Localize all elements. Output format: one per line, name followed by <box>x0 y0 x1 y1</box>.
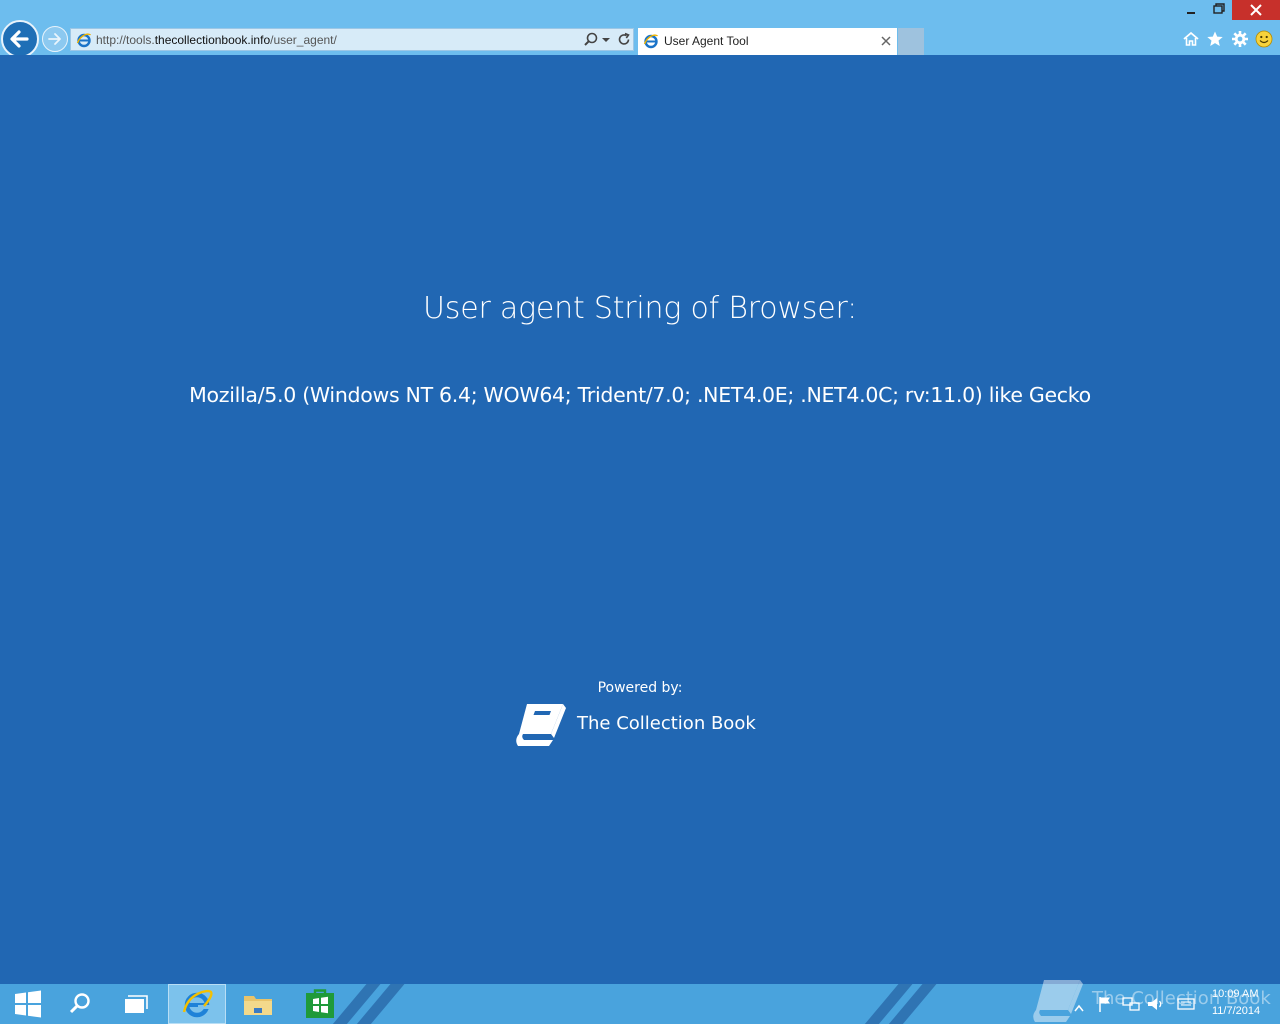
new-tab-button[interactable] <box>898 28 924 55</box>
refresh-icon[interactable] <box>616 31 632 52</box>
book-icon <box>513 700 567 752</box>
tab-user-agent-tool[interactable]: User Agent Tool <box>638 28 897 55</box>
store-icon <box>306 989 334 1018</box>
taskbar-store[interactable] <box>292 984 348 1024</box>
minimize-icon[interactable] <box>1180 0 1202 24</box>
watermark-text: The Collection Book <box>1092 988 1271 1009</box>
file-explorer-icon <box>244 996 272 1015</box>
ie-favicon <box>643 33 659 53</box>
taskbar-file-explorer[interactable] <box>230 984 286 1024</box>
forward-arrow-icon <box>48 33 61 45</box>
task-view-icon <box>125 995 148 1013</box>
brand-name: The Collection Book <box>577 713 756 734</box>
window-close-icon[interactable] <box>1232 0 1280 20</box>
taskbar-internet-explorer[interactable] <box>168 984 226 1024</box>
tab-title: User Agent Tool <box>664 34 749 48</box>
page-title: User agent String of Browser: <box>423 291 857 326</box>
close-icon[interactable] <box>879 33 893 47</box>
back-button[interactable] <box>1 20 39 58</box>
search-icon <box>69 993 90 1014</box>
ie-favicon <box>76 32 92 52</box>
favorites-star-icon[interactable] <box>1206 30 1224 48</box>
url-domain: thecollectionbook.info <box>154 33 271 47</box>
home-icon[interactable] <box>1182 30 1200 48</box>
url-path: /user_agent/ <box>270 33 337 47</box>
back-arrow-icon <box>10 30 29 48</box>
powered-by-label: Powered by: <box>597 680 683 696</box>
taskbar-search-button[interactable] <box>52 984 108 1024</box>
watermark-book-icon <box>1030 976 1084 1024</box>
start-button[interactable] <box>0 984 56 1024</box>
url-prefix: http://tools. <box>96 33 155 47</box>
restore-icon[interactable] <box>1206 0 1230 24</box>
start-windows-icon <box>15 990 41 1018</box>
user-agent-string: Mozilla/5.0 (Windows NT 6.4; WOW64; Trid… <box>189 383 1091 407</box>
watermark: The Collection Book <box>1030 976 1280 1024</box>
internet-explorer-icon <box>182 989 213 1018</box>
forward-button[interactable] <box>42 26 68 52</box>
task-view-button[interactable] <box>108 984 164 1024</box>
search-icon[interactable] <box>583 31 599 52</box>
dropdown-arrow-icon[interactable] <box>601 31 611 52</box>
address-bar[interactable]: http://tools.thecollectionbook.info/user… <box>70 28 634 51</box>
browser-chrome: http://tools.thecollectionbook.info/user… <box>0 0 1280 58</box>
page-content: User agent String of Browser: Mozilla/5.… <box>0 55 1280 984</box>
address-url: http://tools.thecollectionbook.info/user… <box>96 33 337 47</box>
gear-icon[interactable] <box>1231 30 1249 48</box>
smiley-feedback-icon[interactable] <box>1255 30 1273 48</box>
